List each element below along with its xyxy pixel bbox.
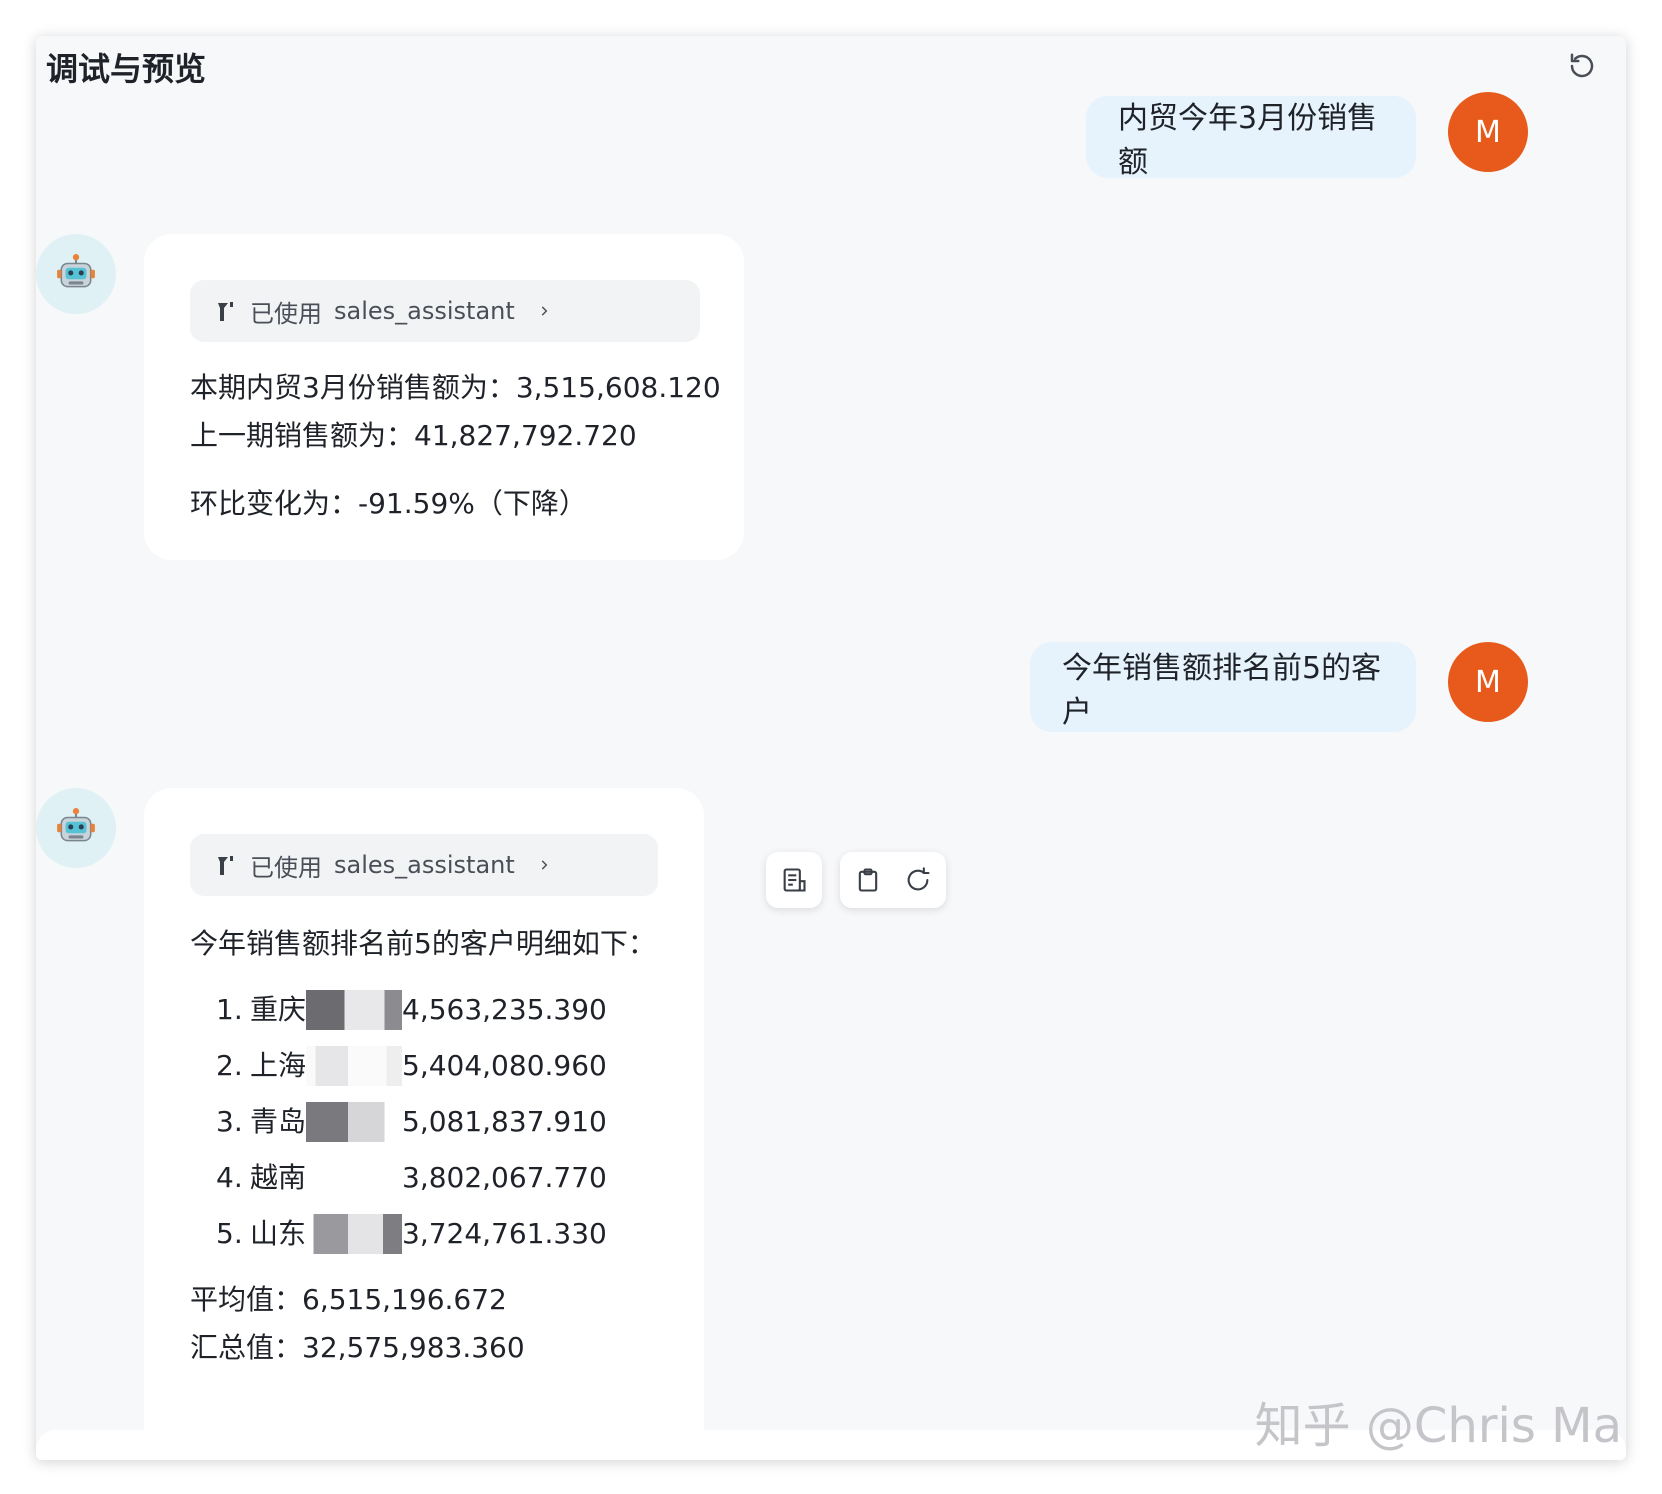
answer-line: 本期内贸3月份销售额为：3,515,608.120 — [190, 371, 721, 404]
document-icon — [783, 868, 806, 892]
redacted-mask — [306, 1046, 402, 1086]
answer-line: 上一期销售额为：41,827,792.720 — [190, 419, 637, 452]
ranking-list: 1. 重庆 4,563,235.390 2. 上海 5,404,080.960 … — [190, 982, 658, 1262]
user-message-bubble: 内贸今年3月份销售额 — [1086, 96, 1416, 180]
tool-name: sales_assistant — [334, 297, 515, 325]
chevron-right-icon — [537, 858, 551, 872]
clipboard-icon — [858, 868, 878, 892]
answer-intro: 今年销售额排名前5的客户明细如下： — [190, 927, 656, 960]
total-value: 汇总值：32,575,983.360 — [190, 1331, 525, 1364]
redacted-mask — [306, 1102, 402, 1142]
user-message-text: 内贸今年3月份销售额 — [1118, 101, 1378, 180]
regenerate-button[interactable] — [904, 866, 932, 894]
refresh-icon — [1570, 53, 1594, 78]
bot-message-bubble: 已使用 sales_assistant 本期内贸3月份销售额为：3,515,60… — [144, 234, 744, 560]
view-details-button[interactable] — [766, 852, 822, 908]
list-item: 5. 山东 3,724,761.330 — [190, 1206, 658, 1262]
reset-conversation-button[interactable] — [1562, 46, 1602, 86]
copy-button[interactable] — [854, 866, 882, 894]
tool-usage-pill[interactable]: 已使用 sales_assistant — [190, 834, 658, 896]
redacted-mask — [306, 990, 402, 1030]
watermark: 知乎 @Chris Ma — [1254, 1398, 1622, 1454]
message-actions — [766, 852, 946, 908]
regenerate-icon — [907, 867, 930, 891]
plugin-icon — [218, 302, 233, 321]
list-item: 1. 重庆 4,563,235.390 — [190, 982, 658, 1038]
average-value: 平均值：6,515,196.672 — [190, 1283, 507, 1316]
panel-title: 调试与预览 — [46, 50, 207, 88]
user-message-text: 今年销售额排名前5的客户 — [1062, 651, 1382, 730]
tool-prefix: 已使用 — [250, 299, 322, 328]
bot-message-bubble: 已使用 sales_assistant 今年销售额排名前5的客户明细如下： 1.… — [144, 788, 704, 1460]
debug-preview-panel: 调试与预览 内贸今年3月份销售额 M 已使用 sales_assistant 本… — [36, 36, 1626, 1460]
chevron-right-icon — [537, 304, 551, 318]
robot-icon — [57, 808, 95, 842]
list-item: 2. 上海 5,404,080.960 — [190, 1038, 658, 1094]
user-avatar: M — [1448, 642, 1528, 722]
tool-name: sales_assistant — [334, 851, 515, 879]
redacted-mask — [306, 1214, 402, 1254]
bot-avatar — [36, 234, 116, 314]
user-message-bubble: 今年销售额排名前5的客户 — [1030, 642, 1416, 732]
tool-prefix: 已使用 — [250, 853, 322, 882]
list-item: 4. 越南 3,802,067.770 — [190, 1150, 658, 1206]
list-item: 3. 青岛 5,081,837.910 — [190, 1094, 658, 1150]
message-tools-group — [840, 852, 946, 908]
plugin-icon — [218, 856, 233, 875]
bot-avatar — [36, 788, 116, 868]
user-avatar: M — [1448, 92, 1528, 172]
redacted-mask — [306, 1158, 402, 1198]
answer-line: 环比变化为：-91.59%（下降） — [190, 487, 587, 520]
robot-icon — [57, 254, 95, 288]
tool-usage-pill[interactable]: 已使用 sales_assistant — [190, 280, 700, 342]
